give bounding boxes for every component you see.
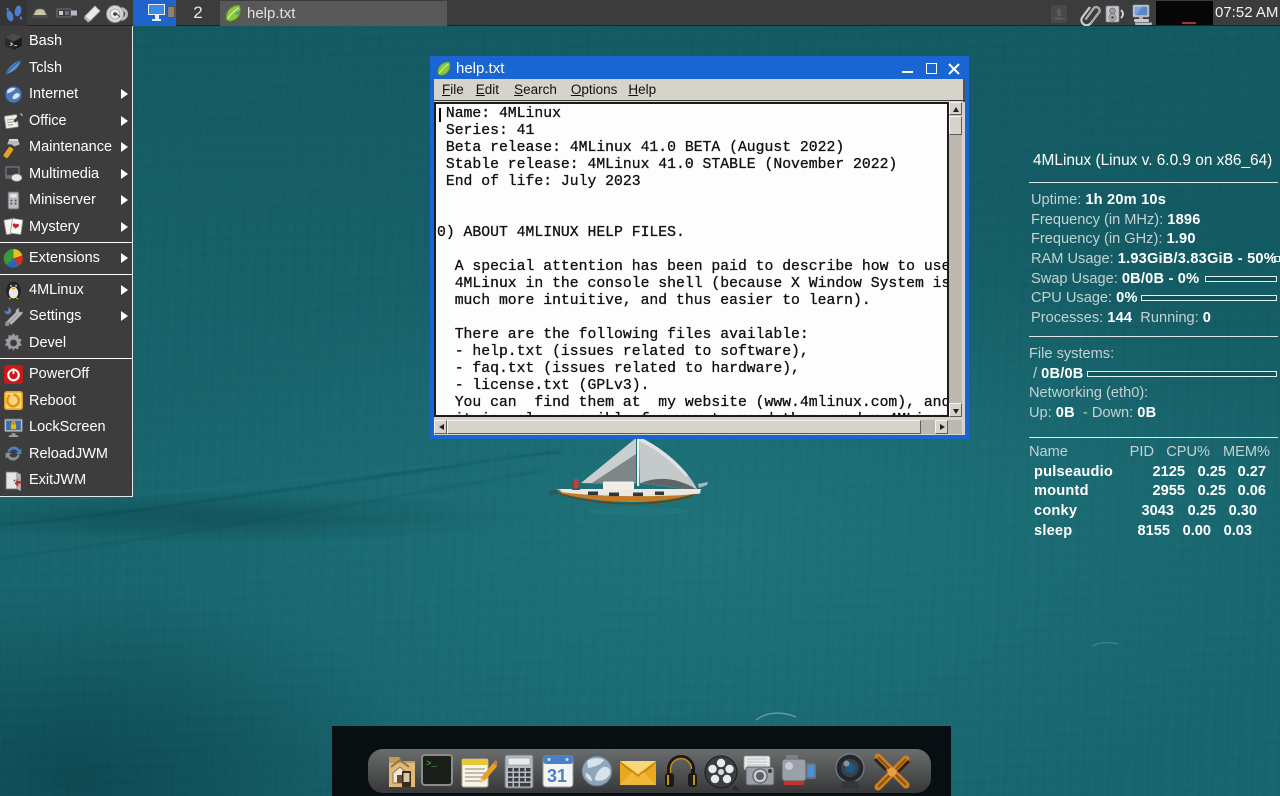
svg-text:31: 31 [547, 766, 567, 786]
svg-text:>_: >_ [426, 759, 437, 769]
